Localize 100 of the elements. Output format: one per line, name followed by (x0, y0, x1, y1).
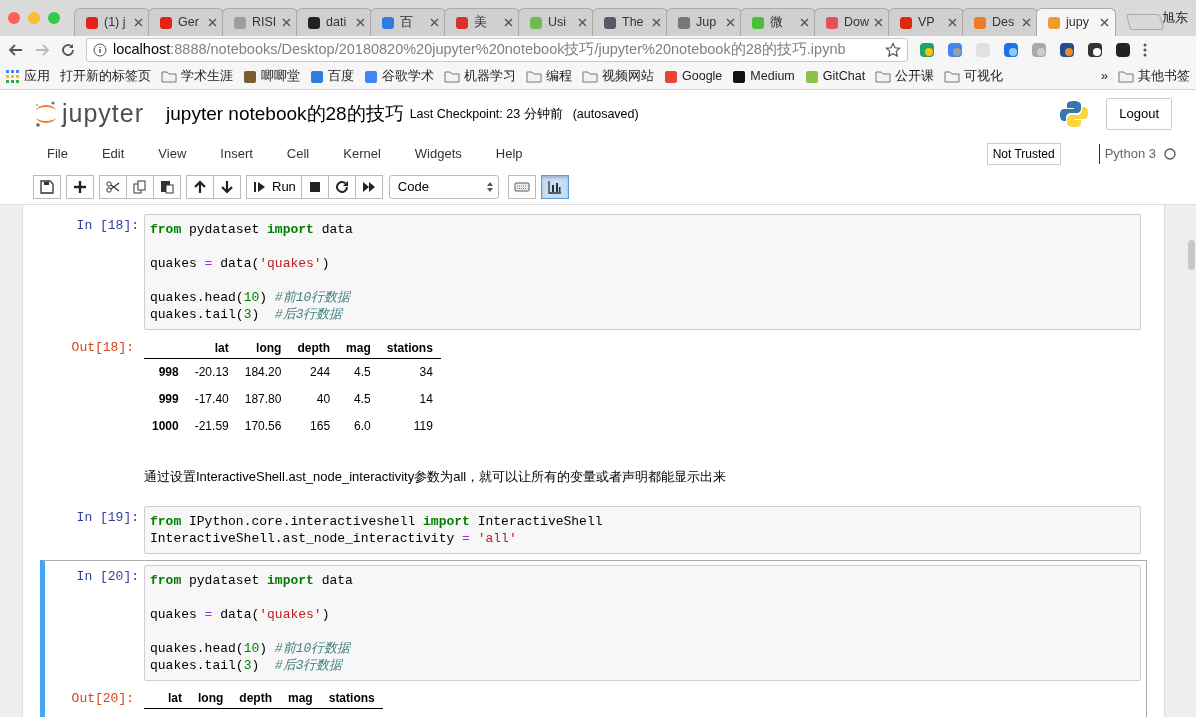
bookmark-label[interactable]: Medium (750, 67, 795, 86)
more-bookmarks-button[interactable]: » (1101, 67, 1108, 86)
kernel-name[interactable]: Python 3 (1098, 144, 1156, 164)
close-icon[interactable] (578, 18, 587, 27)
back-icon[interactable] (8, 42, 24, 58)
menu-item[interactable]: Widgets (403, 144, 473, 164)
menu-item[interactable]: Edit (90, 144, 136, 164)
down-arrow-icon (219, 179, 235, 195)
bookmark-item[interactable]: 其他书签 (1118, 67, 1190, 86)
bookmark-label[interactable]: GitChat (822, 67, 866, 86)
bookmark-item[interactable]: 可视化 (944, 67, 1004, 86)
toolbar-button[interactable] (186, 175, 214, 199)
close-icon[interactable] (652, 18, 661, 27)
toolbar-button[interactable] (300, 175, 329, 199)
toolbar-button[interactable] (153, 175, 181, 199)
folder-icon (582, 70, 598, 83)
folder-icon (875, 70, 892, 83)
close-icon[interactable] (1100, 18, 1109, 27)
browser-tab[interactable]: 微 (740, 8, 816, 36)
table-cell: 34 (378, 358, 441, 385)
bookmark-item[interactable]: 应用 (6, 67, 50, 86)
toolbar-button[interactable] (66, 175, 94, 199)
reload-icon[interactable] (60, 42, 76, 58)
browser-tab[interactable]: RISI (222, 8, 298, 36)
close-icon[interactable] (430, 18, 439, 27)
close-icon[interactable] (726, 18, 735, 27)
extension-icon[interactable] (1058, 41, 1076, 59)
bookmark-label[interactable]: Google (682, 67, 723, 86)
toolbar-button[interactable] (213, 175, 241, 199)
toolbar-button[interactable] (99, 175, 127, 199)
menu-item[interactable]: Help (484, 144, 534, 164)
notebook-title[interactable]: jupyter notebook的28的技巧 (166, 99, 404, 129)
menu-icon[interactable] (1142, 42, 1148, 58)
column-header: depth (289, 336, 339, 358)
toolbar-button[interactable] (354, 175, 383, 199)
close-icon[interactable] (356, 18, 365, 27)
bookmark-item[interactable]: 视频网站 (582, 67, 654, 86)
cell-type-select[interactable]: Code (388, 175, 499, 199)
bookmark-item[interactable]: 机器学习 (444, 67, 516, 86)
close-icon[interactable] (948, 18, 957, 27)
menu-item[interactable]: View (147, 144, 198, 164)
table-cell-text: -17.40 (193, 390, 230, 408)
bookmark-item[interactable]: 打开新的标签页 (60, 67, 151, 86)
code-line: from IPython.core.interactiveshell import InteractiveShell (150, 512, 604, 530)
browser-tab[interactable]: dati (296, 8, 372, 36)
scrollbar-thumb[interactable] (1188, 240, 1195, 270)
toolbar-button[interactable] (33, 175, 61, 199)
extension-icon[interactable] (1086, 41, 1104, 59)
selected-cell-border[interactable]: In [20]: from pydataset import data quakes = data('quakes') quakes.head(10) #前10行数据 quakes.tail(3) #后3行数据 Out[20]: lat long depth mag stations (40, 559, 1147, 717)
browser-tab[interactable]: Des (962, 8, 1038, 36)
code-input[interactable]: from IPython.core.interactiveshell import InteractiveShell InteractiveShell.ast_node_interactivity = 'all' (144, 505, 1141, 554)
browser-tab[interactable]: VP (888, 8, 964, 36)
menu-item[interactable]: Insert (209, 144, 264, 164)
close-icon[interactable] (134, 18, 143, 27)
bookmark-item[interactable]: 学术生涯 (161, 67, 233, 86)
output-prompt: Out[18]: (70, 339, 135, 357)
browser-tab[interactable]: 百 (370, 8, 446, 36)
bookmark-label[interactable]: 百度 (328, 67, 354, 86)
code-line: quakes = data('quakes') (150, 255, 331, 272)
trust-button[interactable]: Not Trusted (986, 143, 1061, 165)
code-line: from pydataset import data (150, 221, 354, 238)
address-field[interactable]: localhost:8888/notebooks/Desktop/20180820%20jupyter%20notebook技巧/jupyter%20notebook的28的技巧.ipynb (86, 38, 908, 62)
close-icon[interactable] (800, 18, 809, 27)
close-icon[interactable] (282, 18, 291, 27)
browser-tab[interactable]: 美 (444, 8, 520, 36)
toolbar-button[interactable]: Run (246, 175, 302, 199)
browser-tab[interactable]: The (592, 8, 668, 36)
code-input[interactable]: from pydataset import data quakes = data('quakes') quakes.head(10) #前10行数据 quakes.tail(3) #后3行数据 (144, 214, 1141, 330)
folder-icon (944, 70, 961, 83)
close-icon[interactable] (504, 18, 513, 27)
bookmark-label[interactable]: 唧唧堂 (261, 67, 300, 86)
browser-tab[interactable]: Jup (666, 8, 742, 36)
column-header: depth (231, 686, 280, 709)
menu-item[interactable]: File (36, 144, 79, 164)
apps-icon (6, 69, 20, 84)
browser-tab[interactable]: jupy (1036, 8, 1116, 36)
bookmark-item[interactable]: 编程 (526, 67, 572, 86)
menu-item[interactable]: Kernel (332, 144, 392, 164)
star-icon[interactable] (885, 42, 901, 58)
folder-icon (161, 70, 177, 83)
logout-button[interactable]: Logout (1106, 98, 1172, 130)
extension-icon[interactable] (1114, 41, 1132, 59)
toolbar-button[interactable] (327, 175, 356, 199)
profile-name[interactable]: 旭东 (1162, 8, 1196, 28)
bookmark-item[interactable]: 公开课 (875, 67, 935, 86)
toolbar-button[interactable] (540, 175, 569, 199)
column-header: lat (160, 686, 190, 709)
close-icon[interactable] (874, 18, 883, 27)
code-line: quakes.head(10) #前10行数据 (150, 289, 352, 306)
bookmark-label[interactable]: 谷歌学术 (382, 67, 434, 86)
folder-icon (1118, 70, 1134, 83)
browser-tab[interactable]: Usi (518, 8, 594, 36)
browser-tab[interactable]: Dow (814, 8, 890, 36)
close-icon[interactable] (208, 18, 217, 27)
browser-tab[interactable]: (1) j (74, 8, 150, 36)
info-icon[interactable] (93, 43, 107, 57)
browser-tab[interactable]: Ger (148, 8, 224, 36)
close-icon[interactable] (1022, 18, 1031, 27)
code-input[interactable]: from pydataset import data quakes = data('quakes') quakes.head(10) #前10行数据 quakes.tail(3) #后3行数据 (144, 564, 1141, 681)
menu-item[interactable]: Cell (275, 144, 321, 164)
